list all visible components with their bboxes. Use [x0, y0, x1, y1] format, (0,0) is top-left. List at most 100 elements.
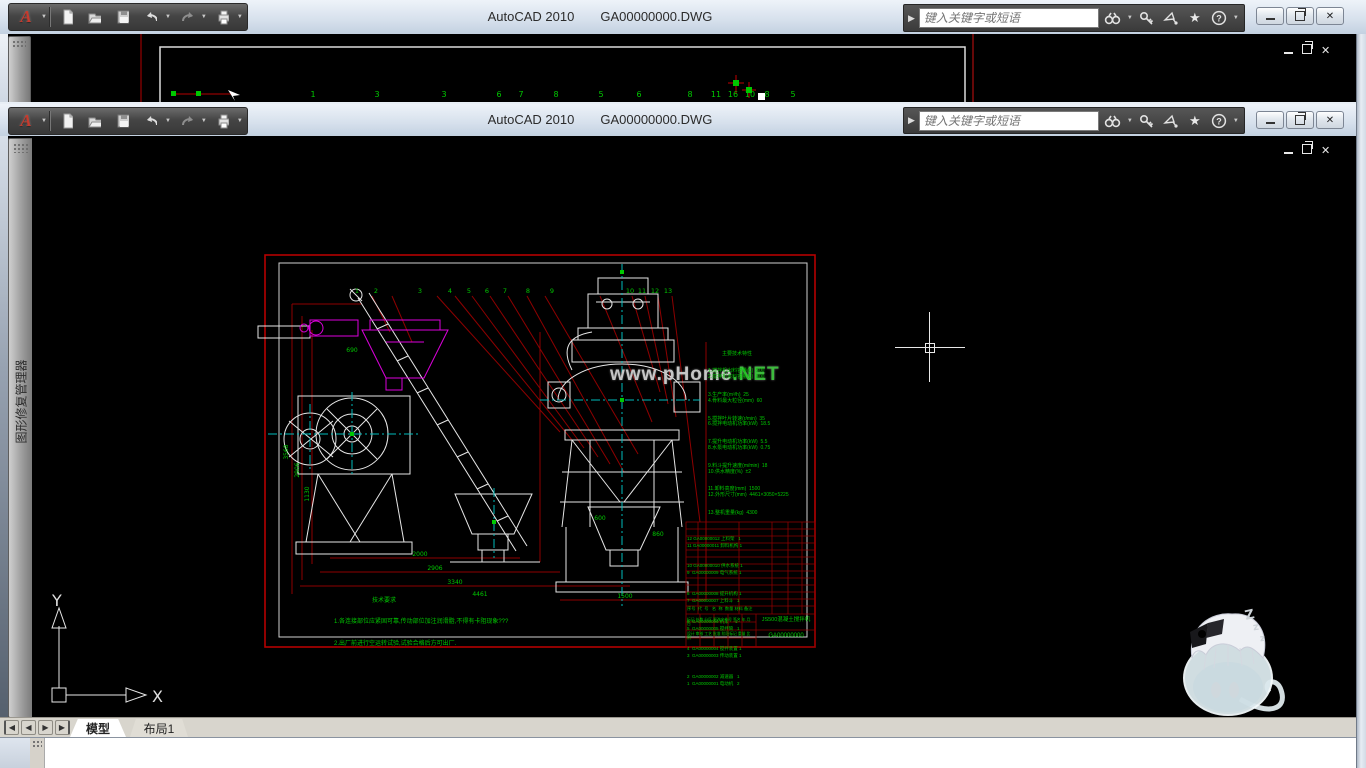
- app-menu-button[interactable]: A: [13, 5, 39, 29]
- drawing-recovery-palette[interactable]: 图形修复管理器: [8, 138, 34, 718]
- svg-text:6: 6: [485, 287, 489, 295]
- mascot-sticker[interactable]: [1182, 604, 1294, 717]
- palette-grip[interactable]: [12, 40, 26, 49]
- redo-button[interactable]: [173, 5, 199, 29]
- communication-center-icon[interactable]: [1161, 8, 1181, 28]
- back-titlebar[interactable]: A ▼ ▼ ▼ ▼ AutoCAD 2010 GA00000000.DWG ▶: [0, 0, 1366, 35]
- drawing-title: JS500混凝土搅拌机: [756, 617, 816, 623]
- open-folder-icon: [87, 112, 101, 130]
- undo-arrow-icon: [143, 8, 157, 26]
- save-button[interactable]: [109, 5, 135, 29]
- search-input[interactable]: [919, 111, 1099, 131]
- doc-minimize-button[interactable]: [1284, 45, 1293, 57]
- app-menu-dropdown-icon[interactable]: ▼: [41, 118, 47, 124]
- communication-center-icon[interactable]: [1161, 111, 1181, 131]
- tab-model[interactable]: 模型: [70, 719, 126, 737]
- minimize-button[interactable]: [1256, 7, 1284, 25]
- search-dropdown-icon[interactable]: ▼: [1127, 15, 1133, 21]
- quick-access-toolbar: A ▼ ▼ ▼ ▼: [8, 3, 248, 31]
- close-button[interactable]: ✕: [1316, 111, 1344, 129]
- help-dropdown-icon[interactable]: ▼: [1233, 118, 1239, 124]
- bom-header: 序号 代 号 名 称 数量 材料 备注: [687, 607, 811, 612]
- new-file-button[interactable]: [53, 109, 79, 133]
- search-binoculars-icon[interactable]: [1103, 111, 1123, 131]
- search-binoculars-icon[interactable]: [1103, 8, 1123, 28]
- subscription-key-icon[interactable]: [1137, 111, 1157, 131]
- tab-prev-button[interactable]: ◀: [21, 720, 36, 735]
- plot-button[interactable]: [209, 109, 235, 133]
- model-canvas[interactable]: 12 34 56 78 910 1112 13 3568 2906 1130 6…: [32, 136, 1356, 717]
- plot-button[interactable]: [209, 5, 235, 29]
- doc-restore-button[interactable]: [1302, 144, 1312, 157]
- save-button[interactable]: [109, 109, 135, 133]
- command-history[interactable]: 命令: DRAWINGRECOVERY 命令: 指定对角点:: [52, 740, 211, 768]
- favorites-star-icon[interactable]: ★: [1185, 111, 1205, 131]
- doc-close-button[interactable]: ✕: [1321, 145, 1330, 157]
- favorites-star-icon[interactable]: ★: [1185, 8, 1205, 28]
- spec-list: 主要技术特性 1.搅拌机出料容量(L) 5002.搅拌机进料容量(L) 800 …: [708, 340, 828, 529]
- new-file-button[interactable]: [53, 5, 79, 29]
- right-frame-edge: [1356, 34, 1366, 768]
- svg-text:10: 10: [745, 90, 755, 99]
- open-file-button[interactable]: [81, 5, 107, 29]
- search-dropdown-icon[interactable]: ▼: [1127, 118, 1133, 124]
- restore-icon: [1295, 115, 1305, 125]
- restore-button[interactable]: [1286, 7, 1314, 25]
- svg-text:12: 12: [651, 287, 659, 295]
- svg-text:8: 8: [526, 287, 530, 295]
- undo-button[interactable]: [137, 5, 163, 29]
- client-area: 图形修复管理器: [0, 136, 1356, 717]
- redo-dropdown-icon[interactable]: ▼: [201, 14, 207, 20]
- svg-text:9: 9: [550, 287, 554, 295]
- svg-text:3568: 3568: [283, 444, 290, 459]
- window-title: AutoCAD 2010 GA00000000.DWG: [420, 9, 780, 24]
- tab-last-button[interactable]: ▶: [55, 720, 70, 735]
- doc-close-button[interactable]: ✕: [1321, 45, 1330, 57]
- svg-text:16: 16: [728, 90, 738, 99]
- help-dropdown-icon[interactable]: ▼: [1233, 15, 1239, 21]
- redo-dropdown-icon[interactable]: ▼: [201, 118, 207, 124]
- undo-dropdown-icon[interactable]: ▼: [165, 118, 171, 124]
- close-button[interactable]: ✕: [1316, 7, 1344, 25]
- tab-layout1[interactable]: 布局1: [130, 719, 188, 737]
- search-input[interactable]: [919, 8, 1099, 28]
- undo-dropdown-icon[interactable]: ▼: [165, 14, 171, 20]
- svg-text:2906: 2906: [427, 565, 442, 572]
- svg-text:8: 8: [764, 90, 769, 99]
- front-titlebar[interactable]: A ▼ ▼ ▼ ▼ AutoCAD 2010 GA00000000.DWG ▶: [0, 104, 1356, 137]
- svg-text:1: 1: [310, 90, 315, 99]
- app-menu-dropdown-icon[interactable]: ▼: [41, 14, 47, 20]
- infocenter-expand-icon[interactable]: ▶: [908, 13, 915, 24]
- restore-button[interactable]: [1286, 111, 1314, 129]
- right-view: [548, 278, 700, 592]
- doc-restore-icon: [1302, 144, 1312, 154]
- subscription-key-icon[interactable]: [1137, 8, 1157, 28]
- redo-button[interactable]: [173, 109, 199, 133]
- redo-arrow-icon: [179, 112, 193, 130]
- toolbar-dropdown-icon[interactable]: ▼: [237, 14, 243, 20]
- svg-text:7: 7: [503, 287, 507, 295]
- doc-restore-button[interactable]: [1302, 44, 1312, 57]
- tab-next-button[interactable]: ▶: [38, 720, 53, 735]
- doc-minimize-button[interactable]: [1284, 145, 1293, 157]
- svg-text:11: 11: [638, 287, 646, 295]
- command-line-panel[interactable]: 命令: DRAWINGRECOVERY 命令: 指定对角点:: [0, 737, 1356, 768]
- palette-grip[interactable]: [13, 143, 29, 153]
- tab-first-button[interactable]: ◀: [4, 720, 19, 735]
- undo-button[interactable]: [137, 109, 163, 133]
- back-palette-strip[interactable]: [8, 36, 31, 104]
- svg-text:690: 690: [346, 347, 358, 354]
- layout-tabbar: ◀ ◀ ▶ ▶ 模型 布局1: [0, 717, 1356, 738]
- help-icon[interactable]: ?: [1209, 8, 1229, 28]
- help-icon[interactable]: ?: [1209, 111, 1229, 131]
- app-menu-button[interactable]: A: [13, 109, 39, 133]
- desktop: A ▼ ▼ ▼ ▼ AutoCAD 2010 GA00000000.DWG ▶: [0, 0, 1366, 768]
- open-file-button[interactable]: [81, 109, 107, 133]
- toolbar-dropdown-icon[interactable]: ▼: [237, 118, 243, 124]
- back-drawing-geometry: 1 3 3 6 7 8 5 6 8 11 16 10 8 5: [30, 34, 1356, 102]
- back-canvas[interactable]: 1 3 3 6 7 8 5 6 8 11 16 10 8 5: [0, 34, 1366, 102]
- infocenter-expand-icon[interactable]: ▶: [908, 115, 915, 126]
- printer-icon: [215, 8, 229, 26]
- command-grip[interactable]: [30, 738, 45, 768]
- minimize-button[interactable]: [1256, 111, 1284, 129]
